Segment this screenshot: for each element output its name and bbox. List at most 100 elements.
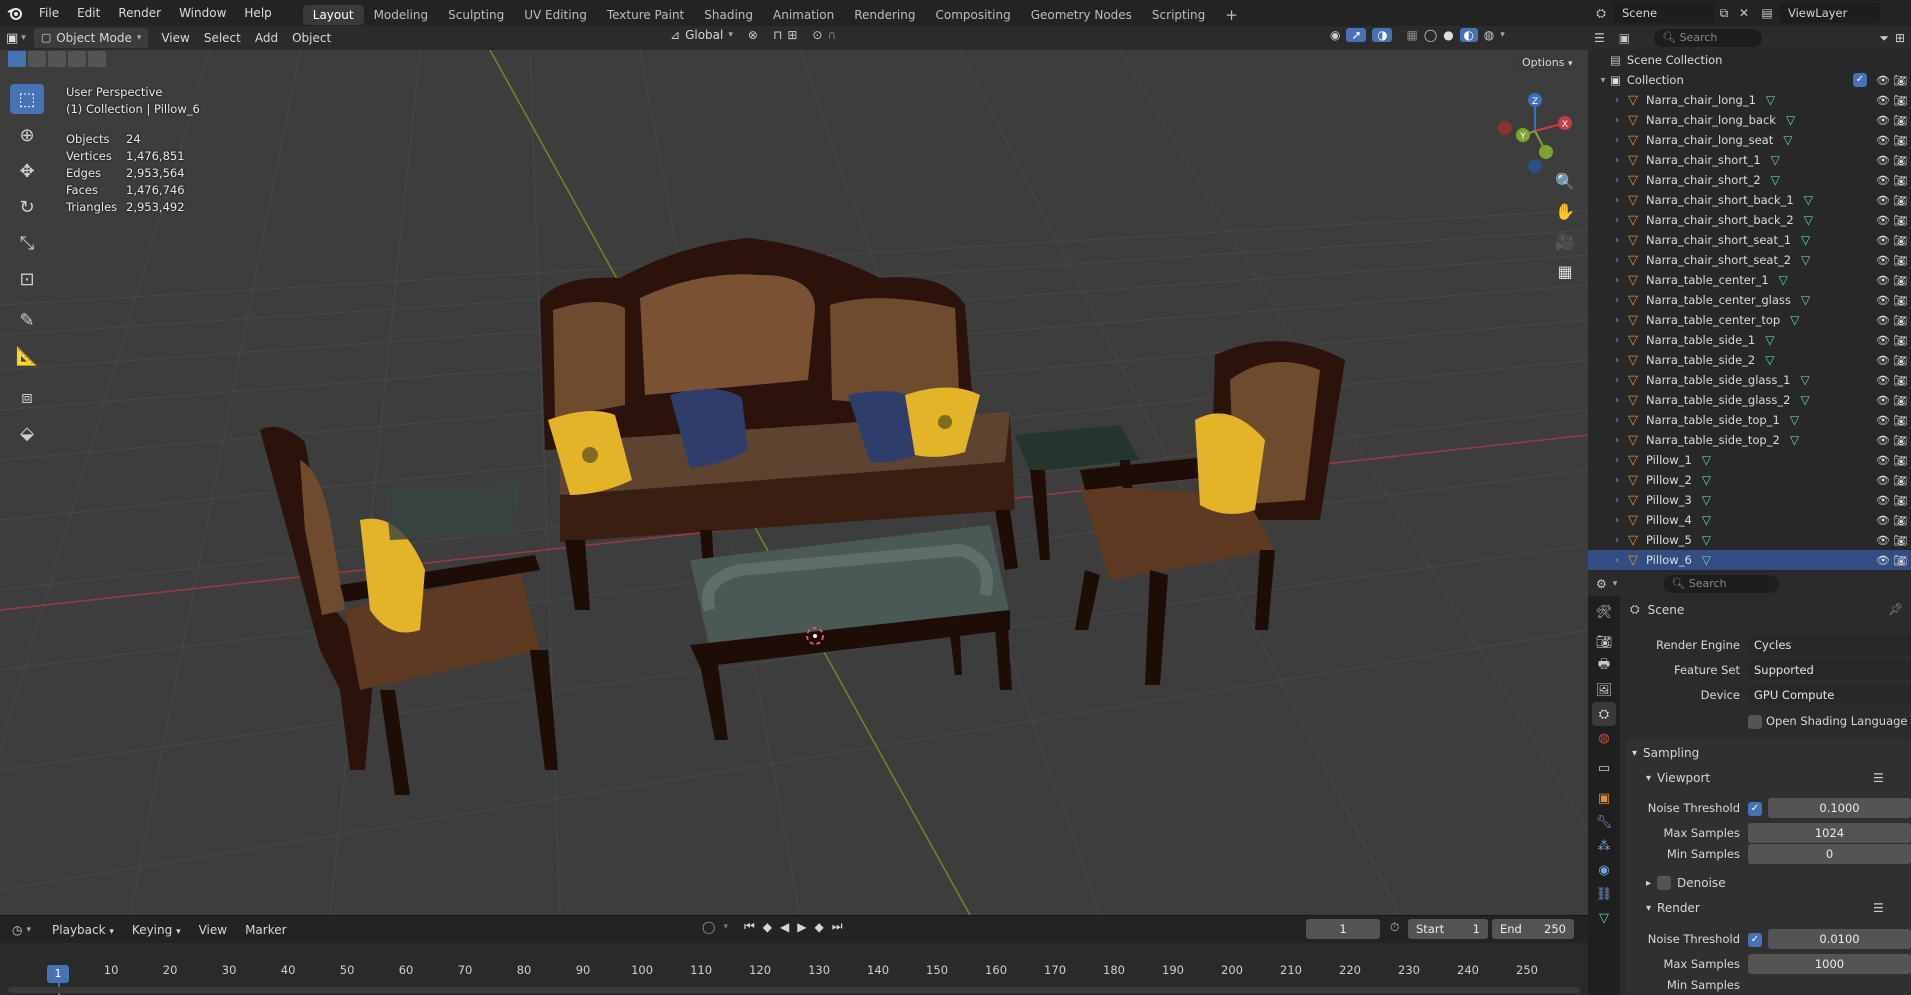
blender-logo-icon[interactable] (0, 0, 30, 26)
sampling-header[interactable]: ▾ Sampling (1632, 746, 1699, 760)
display-mode-icon[interactable]: ▣ (1619, 31, 1630, 45)
menu-window[interactable]: Window (170, 0, 235, 26)
outliner-item-row[interactable]: › ▽ Narra_table_side_glass_1 ▽ 👁 📷︎ (1588, 370, 1911, 390)
mesh-data-icon[interactable]: ▽ (1786, 113, 1795, 127)
menu-help[interactable]: Help (235, 0, 280, 26)
outliner-item-row[interactable]: › ▽ Pillow_3 ▽ 👁 📷︎ (1588, 490, 1911, 510)
add-cube-tool[interactable]: ⧈ (10, 382, 44, 412)
navigation-gizmo[interactable]: Z X Y (1490, 86, 1580, 176)
annotate-tool[interactable]: ✎ (10, 305, 44, 335)
render-tab-icon[interactable]: 📷︎ (1592, 630, 1616, 654)
menu-add[interactable]: Add (248, 28, 285, 48)
menu-object[interactable]: Object (285, 28, 338, 48)
expand-arrow-icon[interactable]: › (1610, 255, 1624, 266)
measure-tool[interactable]: 📐 (10, 341, 44, 371)
eye-icon[interactable]: 👁 (1876, 114, 1890, 127)
eye-icon[interactable]: 👁 (1876, 514, 1890, 527)
camera-icon[interactable]: 📷︎ (1893, 534, 1907, 547)
rendered-shading-icon[interactable]: ◍ (1484, 28, 1494, 42)
modifier-tab-icon[interactable]: 🔧︎ (1592, 810, 1616, 834)
gizmo-toggle-icon[interactable]: ➚ (1346, 28, 1367, 42)
cursor-tool[interactable]: ⊕ (10, 120, 44, 150)
outliner-item-row[interactable]: › ▽ Pillow_1 ▽ 👁 📷︎ (1588, 450, 1911, 470)
outliner-item-row[interactable]: › ▽ Pillow_5 ▽ 👁 📷︎ (1588, 530, 1911, 550)
properties-search-input[interactable]: 🔍︎ Search (1663, 575, 1779, 593)
mesh-data-icon[interactable]: ▽ (1800, 373, 1809, 387)
timeline-scrollbar[interactable] (8, 987, 1580, 993)
camera-icon[interactable]: 📷︎ (1893, 374, 1907, 387)
outliner-item-row[interactable]: › ▽ Narra_chair_short_back_2 ▽ 👁 📷︎ (1588, 210, 1911, 230)
mesh-data-icon[interactable]: ▽ (1765, 353, 1774, 367)
expand-arrow-icon[interactable]: ▾ (1596, 75, 1610, 86)
outliner-editor-icon[interactable]: ☰ (1594, 31, 1605, 45)
eye-icon[interactable]: 👁 (1876, 394, 1890, 407)
r-noise-checkbox[interactable]: ✓ (1748, 933, 1762, 947)
vp-noise-field[interactable]: 0.1000 (1768, 798, 1911, 818)
world-tab-icon[interactable]: ◍ (1592, 726, 1616, 750)
snap-icon[interactable]: ⊓ (773, 28, 782, 42)
expand-arrow-icon[interactable]: › (1610, 235, 1624, 246)
pin-icon[interactable]: 📌︎ (1888, 602, 1903, 616)
tab-rendering[interactable]: Rendering (844, 5, 925, 25)
scene-icon[interactable]: ⛭ (1588, 6, 1614, 21)
proportional-editing-icon[interactable]: ⊙ (812, 28, 822, 42)
outliner-search-input[interactable]: 🔍︎ Search (1654, 29, 1763, 47)
camera-icon[interactable]: 📷︎ (1893, 494, 1907, 507)
properties-editor-icon[interactable]: ⚙ (1596, 577, 1607, 591)
eye-icon[interactable]: 👁 (1876, 134, 1890, 147)
expand-arrow-icon[interactable]: › (1610, 315, 1624, 326)
expand-arrow-icon[interactable]: › (1610, 135, 1624, 146)
vp-max-samples-field[interactable]: 1024 (1748, 823, 1911, 843)
mesh-data-icon[interactable]: ▽ (1779, 273, 1788, 287)
mesh-data-icon[interactable]: ▽ (1702, 513, 1711, 527)
outliner-item-row[interactable]: › ▽ Pillow_6 ▽ 👁 📷︎ (1588, 550, 1911, 570)
camera-icon[interactable]: 📷︎ (1893, 114, 1907, 127)
camera-icon[interactable]: 📷︎ (1893, 454, 1907, 467)
pivot-point-icon[interactable]: ⊗ (748, 28, 758, 42)
particles-tab-icon[interactable]: ⁂ (1592, 834, 1616, 858)
eye-icon[interactable]: 👁 (1876, 234, 1890, 247)
outliner-item-row[interactable]: › ▽ Narra_chair_long_1 ▽ 👁 📷︎ (1588, 90, 1911, 110)
camera-icon[interactable]: 📷︎ (1893, 554, 1907, 567)
tab-scripting[interactable]: Scripting (1142, 5, 1215, 25)
expand-arrow-icon[interactable]: › (1610, 455, 1624, 466)
menu-view[interactable]: View (154, 28, 196, 48)
viewport-editor-icon[interactable]: ▣ (6, 31, 18, 46)
outliner-item-row[interactable]: › ▽ Narra_chair_short_seat_1 ▽ 👁 📷︎ (1588, 230, 1911, 250)
camera-icon[interactable]: 📷︎ (1893, 174, 1907, 187)
eye-icon[interactable]: 👁 (1876, 314, 1890, 327)
outliner-item-row[interactable]: › ▽ Pillow_2 ▽ 👁 📷︎ (1588, 470, 1911, 490)
eye-icon[interactable]: 👁 (1876, 474, 1890, 487)
data-tab-icon[interactable]: ▽ (1592, 906, 1616, 930)
camera-icon[interactable]: 📷︎ (1893, 194, 1907, 207)
menu-render[interactable]: Render (109, 0, 170, 26)
expand-arrow-icon[interactable]: › (1610, 115, 1624, 126)
overlay-toggle-icon[interactable]: ◑ (1372, 28, 1393, 42)
list-icon[interactable]: ☰ (1873, 771, 1884, 785)
tab-uv-editing[interactable]: UV Editing (514, 5, 597, 25)
camera-icon[interactable]: 📷︎ (1893, 234, 1907, 247)
expand-arrow-icon[interactable]: › (1610, 515, 1624, 526)
outliner-item-row[interactable]: › ▽ Narra_table_side_top_1 ▽ 👁 📷︎ (1588, 410, 1911, 430)
expand-arrow-icon[interactable]: › (1610, 215, 1624, 226)
outliner-item-row[interactable]: › ▽ Narra_table_side_1 ▽ 👁 📷︎ (1588, 330, 1911, 350)
chevron-down-icon[interactable]: ▾ (1500, 30, 1505, 40)
expand-arrow-icon[interactable]: › (1610, 95, 1624, 106)
output-tab-icon[interactable]: 🖶 (1592, 654, 1616, 678)
outliner-item-row[interactable]: › ▽ Narra_table_side_2 ▽ 👁 📷︎ (1588, 350, 1911, 370)
select-box-tool[interactable]: ⬚ (10, 84, 44, 114)
solid-shading-icon[interactable]: ● (1443, 28, 1453, 42)
select-invert-icon[interactable] (68, 51, 86, 67)
denoise-checkbox[interactable] (1657, 876, 1672, 890)
object-tab-icon[interactable]: ▣ (1592, 786, 1616, 810)
outliner-item-row[interactable]: › ▽ Narra_chair_short_2 ▽ 👁 📷︎ (1588, 170, 1911, 190)
denoise-subpanel-header[interactable]: ▸ Denoise (1646, 876, 1726, 890)
camera-icon[interactable]: 📷︎ (1893, 314, 1907, 327)
options-dropdown[interactable]: Options ▾ (1515, 53, 1580, 73)
outliner-item-row[interactable]: › ▽ Narra_table_side_top_2 ▽ 👁 📷︎ (1588, 430, 1911, 450)
new-scene-icon[interactable]: ⧉ (1714, 6, 1734, 21)
scene-name-field[interactable]: Scene (1614, 3, 1714, 23)
add-primitive-tool[interactable]: ⬙ (10, 418, 44, 448)
tab-compositing[interactable]: Compositing (925, 5, 1020, 25)
expand-arrow-icon[interactable]: › (1610, 175, 1624, 186)
